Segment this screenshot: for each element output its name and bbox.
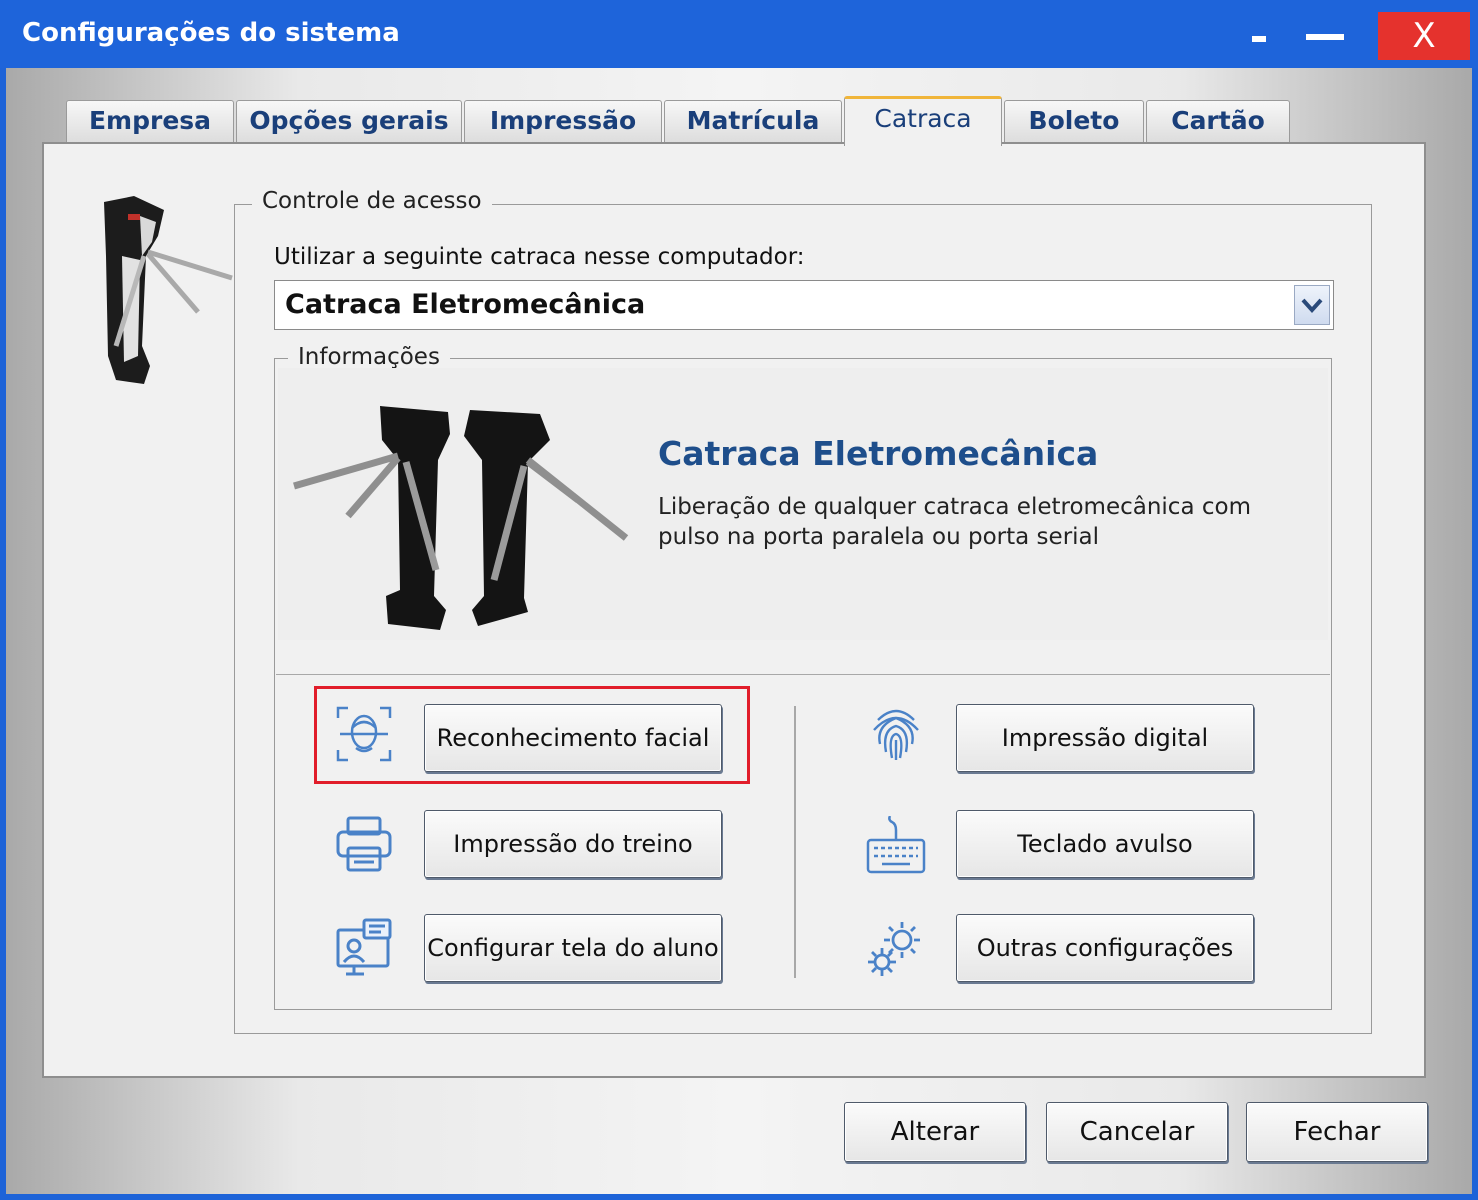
window-client-area: Empresa Opções gerais Impressão Matrícul… <box>6 68 1472 1194</box>
print-workout-button[interactable]: Impressão do treino <box>424 810 722 878</box>
minimize-button[interactable] <box>1240 12 1280 60</box>
chevron-down-icon[interactable] <box>1294 285 1330 325</box>
face-recognition-icon <box>336 706 392 762</box>
close-window-button[interactable]: X <box>1378 12 1470 60</box>
alter-button[interactable]: Alterar <box>844 1102 1026 1162</box>
turnstile-image <box>104 196 233 384</box>
system-settings-window: Configurações do sistema X Empresa Opçõe… <box>0 0 1478 1200</box>
close-icon: X <box>1412 16 1436 56</box>
close-button[interactable]: Fechar <box>1246 1102 1428 1162</box>
tab-boleto[interactable]: Boleto <box>1004 100 1144 144</box>
maximize-button[interactable] <box>1298 12 1354 60</box>
minimize-icon <box>1252 36 1266 42</box>
tab-catraca[interactable]: Catraca <box>844 96 1002 146</box>
maximize-icon <box>1306 34 1344 40</box>
buttons-divider <box>794 706 796 978</box>
facial-recognition-button[interactable]: Reconhecimento facial <box>424 704 722 772</box>
cancel-button[interactable]: Cancelar <box>1046 1102 1228 1162</box>
window-title: Configurações do sistema <box>22 18 400 48</box>
fingerprint-icon <box>873 709 919 760</box>
turnstile-select[interactable]: Catraca Eletromecânica <box>274 280 1334 330</box>
turnstile-info-title: Catraca Eletromecânica <box>658 434 1099 473</box>
info-legend: Informações <box>288 344 450 370</box>
access-control-legend: Controle de acesso <box>252 188 492 214</box>
printer-icon <box>336 816 392 872</box>
title-bar: Configurações do sistema X <box>0 0 1478 68</box>
fingerprint-button[interactable]: Impressão digital <box>956 704 1254 772</box>
catraca-tab-panel: Controle de acesso Utilizar a seguinte c… <box>42 142 1426 1078</box>
tab-empresa[interactable]: Empresa <box>66 100 234 144</box>
tab-matricula[interactable]: Matrícula <box>664 100 842 144</box>
turnstile-info-description: Liberação de qualquer catraca eletromecâ… <box>658 494 1251 550</box>
other-settings-button[interactable]: Outras configurações <box>956 914 1254 982</box>
student-screen-icon <box>336 918 392 976</box>
tab-cartao[interactable]: Cartão <box>1146 100 1290 144</box>
turnstile-select-label: Utilizar a seguinte catraca nesse comput… <box>274 244 805 270</box>
keypad-button[interactable]: Teclado avulso <box>956 810 1254 878</box>
tab-impressao[interactable]: Impressão <box>464 100 662 144</box>
tab-opcoes-gerais[interactable]: Opções gerais <box>236 100 462 144</box>
turnstile-select-value: Catraca Eletromecânica <box>285 289 646 320</box>
electromechanical-turnstile-image <box>293 406 629 630</box>
info-divider <box>276 674 1330 675</box>
gears-icon <box>868 922 920 976</box>
keyboard-icon <box>866 816 926 874</box>
configure-student-screen-button[interactable]: Configurar tela do aluno <box>424 914 722 982</box>
